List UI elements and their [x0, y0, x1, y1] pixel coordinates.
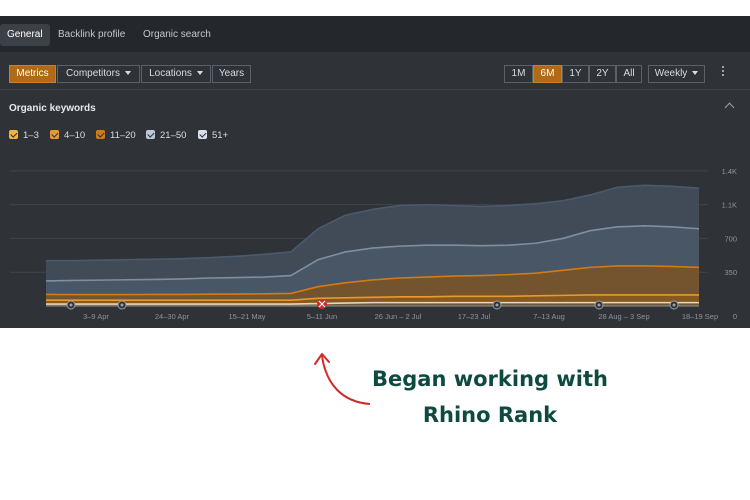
x-tick-label: 7–13 Aug	[533, 312, 565, 321]
x-tick-label: 15–21 May	[228, 312, 265, 321]
event-marker-dot	[597, 303, 601, 307]
annotation-text: Began working with Rhino Rank	[340, 361, 640, 433]
app-window: General Backlink profile Organic search …	[0, 16, 750, 328]
organic-keywords-chart: 1.4K 1.1K 700 350 0 3–9 Apr 24–30 Apr 15–21 May…	[10, 167, 737, 321]
event-marker-dot	[69, 303, 73, 307]
x-tick-label: 26 Jun – 2 Jul	[375, 312, 422, 321]
x-tick-label: 24–30 Apr	[155, 312, 190, 321]
y-tick-label: 700	[724, 234, 737, 243]
annotation-line-1: Began working with	[372, 367, 608, 391]
event-marker-dot	[495, 303, 499, 307]
event-marker-dot	[120, 303, 124, 307]
y-tick-label: 1.1K	[722, 201, 737, 210]
x-tick-label: 17–23 Jul	[458, 312, 491, 321]
x-tick-label: 3–9 Apr	[83, 312, 109, 321]
event-marker-dot	[672, 303, 676, 307]
x-tick-label: 18–19 Sep	[682, 312, 718, 321]
x-tick-label: 5–11 Jun	[307, 312, 337, 321]
y-tick-label: 1.4K	[722, 167, 737, 176]
x-tick-label: 28 Aug – 3 Sep	[598, 312, 649, 321]
y-tick-label: 0	[733, 312, 737, 321]
annotation-line-2: Rhino Rank	[422, 403, 558, 427]
y-tick-label: 350	[724, 268, 737, 277]
